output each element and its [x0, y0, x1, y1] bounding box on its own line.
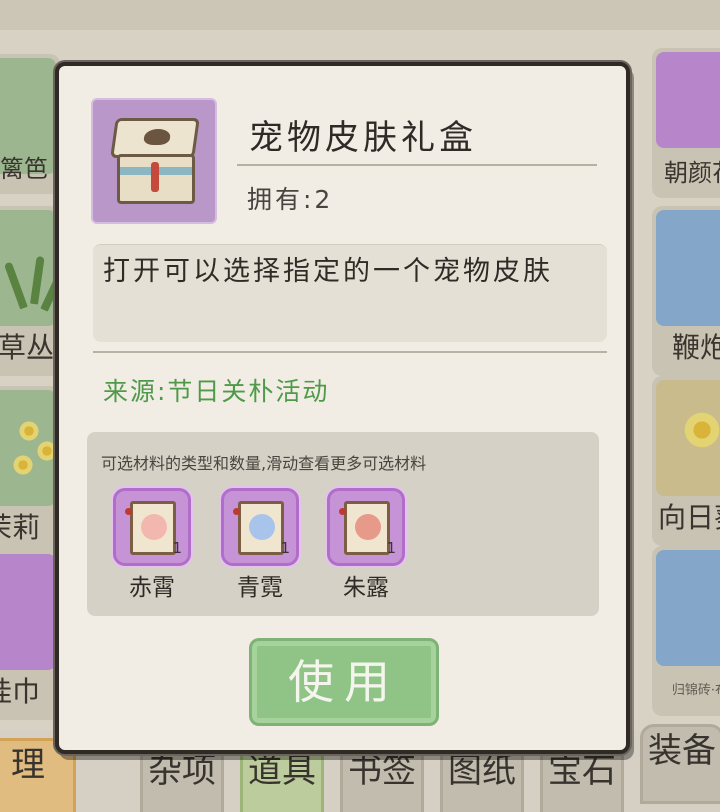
- item-name: 宠物皮肤礼盒: [249, 118, 477, 158]
- material-card[interactable]: 1: [221, 488, 299, 566]
- description-divider: [93, 351, 607, 353]
- material-count: 1: [386, 539, 396, 557]
- material-name: 朱露: [343, 575, 389, 601]
- item-detail-dialog: 宠物皮肤礼盒 拥有:2 打开可以选择指定的一个宠物皮肤 来源:节日关朴活动 可选…: [55, 62, 630, 754]
- materials-hint: 可选材料的类型和数量,滑动查看更多可选材料: [101, 454, 427, 473]
- gift-box-icon: [110, 116, 200, 206]
- title-divider: [237, 164, 597, 166]
- materials-panel[interactable]: 可选材料的类型和数量,滑动查看更多可选材料 1 赤霄 1 青霓 1 朱露: [87, 432, 599, 616]
- material-option[interactable]: 1 赤霄: [113, 488, 193, 601]
- item-source: 来源:节日关朴活动: [103, 377, 330, 406]
- use-button[interactable]: 使用: [249, 638, 439, 726]
- item-icon-frame: [91, 98, 217, 224]
- owned-count: 拥有:2: [247, 185, 334, 214]
- description-box: 打开可以选择指定的一个宠物皮肤: [93, 244, 607, 342]
- material-card[interactable]: 1: [327, 488, 405, 566]
- item-description: 打开可以选择指定的一个宠物皮肤: [103, 256, 553, 287]
- pet-portrait-scroll-icon: [125, 501, 176, 555]
- material-option[interactable]: 1 青霓: [221, 488, 301, 601]
- material-card[interactable]: 1: [113, 488, 191, 566]
- material-option[interactable]: 1 朱露: [327, 488, 407, 601]
- material-count: 1: [172, 539, 182, 557]
- material-name: 赤霄: [129, 575, 175, 601]
- pet-portrait-scroll-icon: [233, 501, 284, 555]
- material-count: 1: [280, 539, 290, 557]
- pet-portrait-scroll-icon: [339, 501, 390, 555]
- material-name: 青霓: [237, 575, 283, 601]
